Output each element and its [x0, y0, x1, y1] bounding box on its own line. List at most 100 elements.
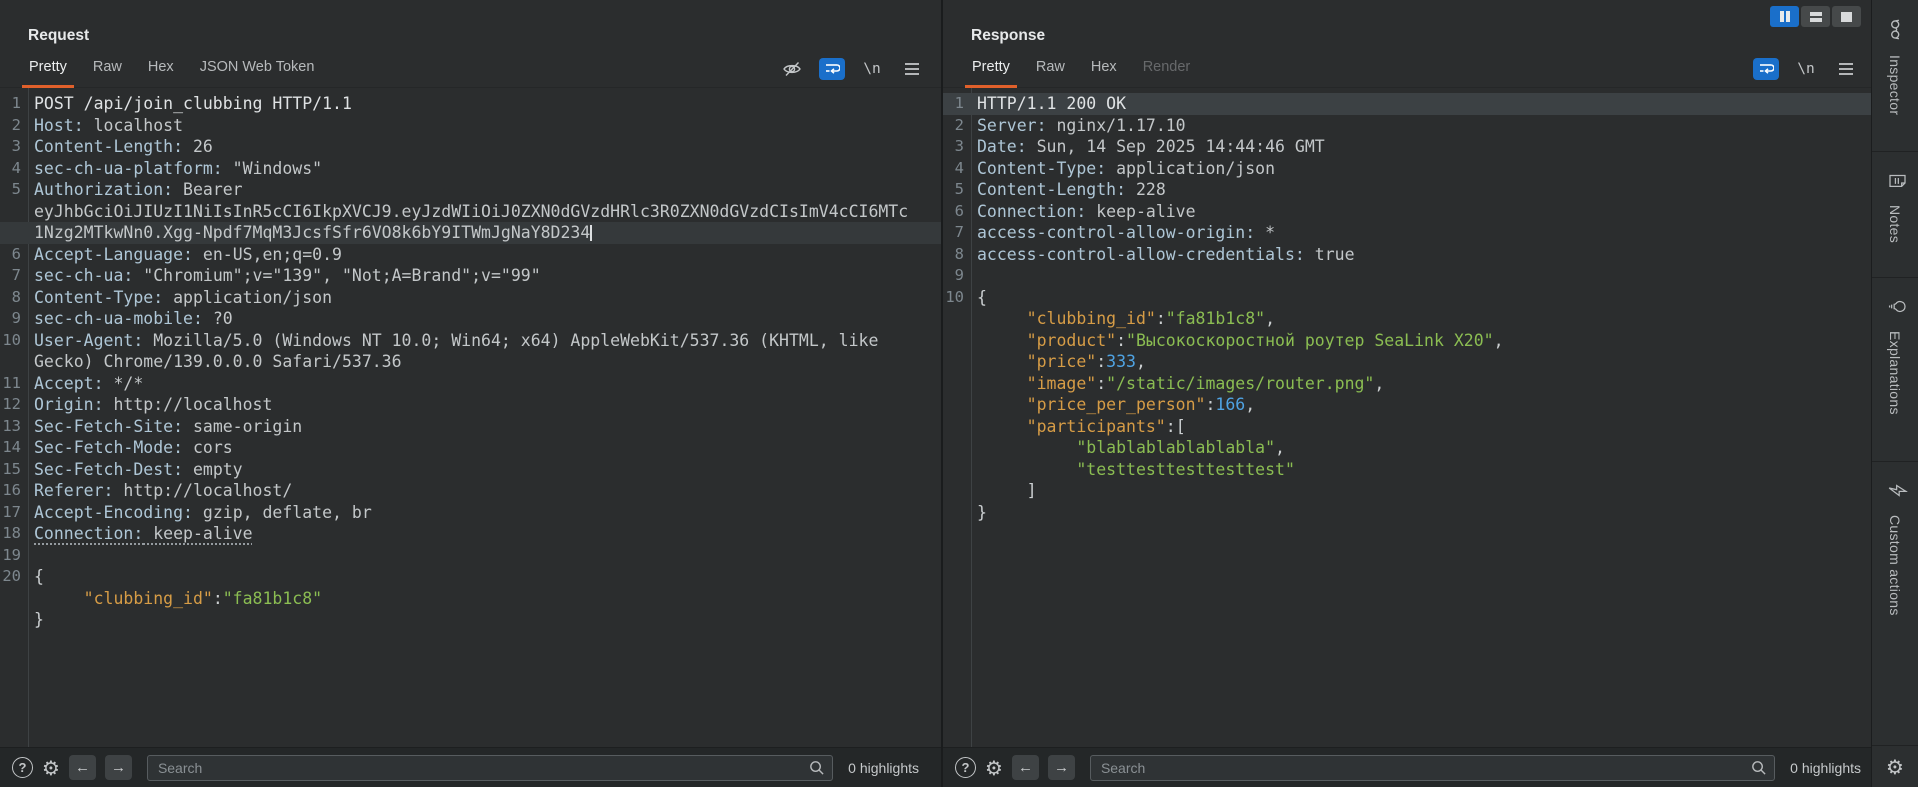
code-line: "clubbing_id":"fa81b1c8",: [943, 308, 1871, 330]
line-number: [0, 201, 28, 223]
request-search-wrap: [147, 755, 833, 781]
code-line: 13Sec-Fetch-Site: same-origin: [0, 416, 941, 438]
code-line: 2Server: nginx/1.17.10: [943, 115, 1871, 137]
tab-request-jwt[interactable]: JSON Web Token: [191, 50, 324, 88]
lightbulb-icon: [1883, 297, 1908, 317]
line-number: [943, 437, 971, 459]
response-title: Response: [943, 0, 1871, 50]
layout-single-button[interactable]: [1832, 6, 1861, 27]
response-code-rows: 1HTTP/1.1 200 OK2Server: nginx/1.17.103D…: [943, 93, 1871, 523]
request-toolbar: \n: [779, 58, 941, 80]
tab-response-raw[interactable]: Raw: [1027, 50, 1074, 88]
line-number: [0, 609, 28, 631]
search-icon: [1750, 759, 1767, 781]
newline-chars-icon[interactable]: \n: [859, 58, 885, 80]
prev-match-button[interactable]: ←: [69, 755, 96, 780]
code-line: 4sec-ch-ua-platform: "Windows": [0, 158, 941, 180]
request-panel: Request Pretty Raw Hex JSON Web Token: [0, 0, 941, 787]
line-number: 18: [0, 523, 28, 545]
line-number: [0, 222, 28, 244]
line-number: 4: [0, 158, 28, 180]
request-search-input[interactable]: [147, 755, 833, 781]
help-icon[interactable]: ?: [955, 757, 976, 778]
line-number: 9: [943, 265, 971, 287]
tab-response-hex[interactable]: Hex: [1082, 50, 1126, 88]
response-search-wrap: [1090, 755, 1775, 781]
line-number: 2: [0, 115, 28, 137]
side-panel-tabs: Inspector Notes Explanations: [1871, 0, 1918, 787]
prev-match-button[interactable]: ←: [1012, 755, 1039, 780]
code-line: 10User-Agent: Mozilla/5.0 (Windows NT 10…: [0, 330, 941, 352]
code-line: 7access-control-allow-origin: *: [943, 222, 1871, 244]
gear-icon[interactable]: ⚙: [42, 758, 60, 778]
line-number: [943, 373, 971, 395]
line-number: 4: [943, 158, 971, 180]
line-number: 5: [0, 179, 28, 201]
code-line: 12Origin: http://localhost: [0, 394, 941, 416]
code-line: 20{: [0, 566, 941, 588]
sidebar-settings[interactable]: ⚙: [1872, 745, 1918, 787]
response-search-bar: ? ⚙ ← → 0 highlights: [943, 747, 1871, 787]
line-number: 11: [0, 373, 28, 395]
line-number: 1: [0, 93, 28, 115]
code-line: "participants":[: [943, 416, 1871, 438]
sidebar-tab-custom-actions[interactable]: Custom actions: [1872, 462, 1918, 656]
response-tabs: Pretty Raw Hex Render \n: [943, 50, 1871, 88]
line-number: 9: [0, 308, 28, 330]
line-number: [943, 308, 971, 330]
bolt-icon: [1883, 481, 1908, 501]
sidebar-tab-label: Explanations: [1887, 331, 1903, 415]
code-line: 4Content-Type: application/json: [943, 158, 1871, 180]
code-line: "price_per_person":166,: [943, 394, 1871, 416]
code-line: "clubbing_id":"fa81b1c8": [0, 588, 941, 610]
tab-request-raw[interactable]: Raw: [84, 50, 131, 88]
code-line: "price":333,: [943, 351, 1871, 373]
layout-columns-button[interactable]: [1770, 6, 1799, 27]
word-wrap-icon[interactable]: [1753, 58, 1779, 80]
code-line: 8Content-Type: application/json: [0, 287, 941, 309]
code-line: "product":"Высокоскоростной роутер SeaLi…: [943, 330, 1871, 352]
code-line: 5Content-Length: 228: [943, 179, 1871, 201]
tab-request-hex[interactable]: Hex: [139, 50, 183, 88]
sidebar-tab-inspector[interactable]: Inspector: [1872, 0, 1918, 152]
code-line: 1POST /api/join_clubbing HTTP/1.1: [0, 93, 941, 115]
code-line: eyJhbGciOiJIUzI1NiIsInR5cCI6IkpXVCJ9.eyJ…: [0, 201, 941, 223]
hide-nonprintable-icon[interactable]: [779, 58, 805, 80]
line-number: 8: [943, 244, 971, 266]
tab-response-pretty[interactable]: Pretty: [963, 50, 1019, 88]
gear-icon[interactable]: ⚙: [985, 758, 1003, 778]
request-editor[interactable]: 1POST /api/join_clubbing HTTP/1.12Host: …: [0, 88, 941, 747]
request-highlights-count: 0 highlights: [848, 760, 919, 776]
next-match-button[interactable]: →: [1048, 755, 1075, 780]
code-line: }: [0, 609, 941, 631]
line-number: [943, 351, 971, 373]
line-number: 12: [0, 394, 28, 416]
menu-icon[interactable]: [1833, 58, 1859, 80]
response-search-input[interactable]: [1090, 755, 1775, 781]
layout-stacked-button[interactable]: [1801, 6, 1830, 27]
code-line: 5Authorization: Bearer: [0, 179, 941, 201]
line-number: 19: [0, 545, 28, 567]
line-number: [943, 502, 971, 524]
sidebar-tab-notes[interactable]: Notes: [1872, 152, 1918, 278]
next-match-button[interactable]: →: [105, 755, 132, 780]
help-icon[interactable]: ?: [12, 757, 33, 778]
response-editor[interactable]: 1HTTP/1.1 200 OK2Server: nginx/1.17.103D…: [943, 88, 1871, 747]
line-number: 6: [0, 244, 28, 266]
code-line: 9: [943, 265, 1871, 287]
line-number: 13: [0, 416, 28, 438]
line-number: [943, 330, 971, 352]
sidebar-tab-explanations[interactable]: Explanations: [1872, 278, 1918, 462]
document-icon: [1883, 171, 1908, 191]
code-line: 6Connection: keep-alive: [943, 201, 1871, 223]
word-wrap-icon[interactable]: [819, 58, 845, 80]
code-line: 18Connection: keep-alive: [0, 523, 941, 545]
tab-request-pretty[interactable]: Pretty: [20, 50, 76, 88]
line-number: 3: [943, 136, 971, 158]
code-line: "testtesttesttesttest": [943, 459, 1871, 481]
menu-icon[interactable]: [899, 58, 925, 80]
code-line: 17Accept-Encoding: gzip, deflate, br: [0, 502, 941, 524]
sidebar-tab-label: Inspector: [1887, 55, 1903, 115]
newline-chars-icon[interactable]: \n: [1793, 58, 1819, 80]
code-line: 1HTTP/1.1 200 OK: [943, 93, 1871, 115]
